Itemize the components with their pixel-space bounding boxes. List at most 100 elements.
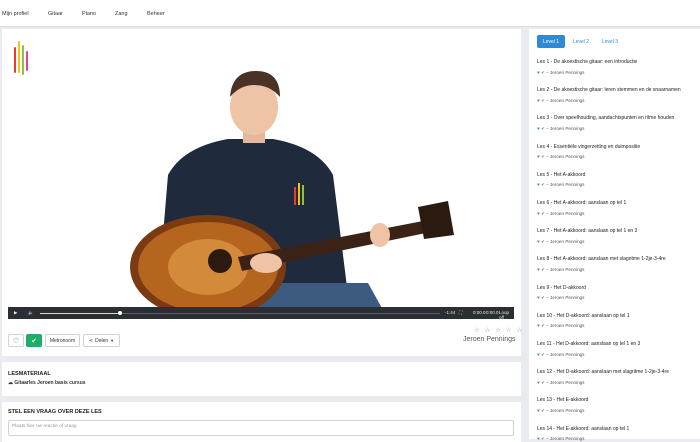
play-icon[interactable]: ▶ [14,310,17,316]
lesson-item[interactable]: Les 4 - Essentiële vingerzetting en duim… [537,144,695,161]
check-icon: ✔ [541,154,545,160]
lesson-meta: ♥ ✔ – Jeroen Pennings [537,380,695,386]
lesson-title[interactable]: Les 13 - Het E-akkoord [537,397,695,403]
lesson-title[interactable]: Les 1 - De akoestische gitaar: een intro… [537,59,695,65]
heart-icon[interactable]: ♥ [537,98,540,103]
lesson-item[interactable]: Les 8 - Het A-akkoord: aanslaan met slag… [537,256,695,273]
lesson-item[interactable]: Les 6 - Het A-akkoord: aanslaan op tel 1… [537,200,695,217]
dash-separator: – [546,182,549,188]
check-icon: ✔ [541,97,545,103]
lesson-title[interactable]: Les 10 - Het D-akkoord: aanslaan op tel … [537,313,695,319]
lesson-title[interactable]: Les 14 - Het E-akkoord: aanslaan op tel … [537,426,695,432]
lesson-author: Jeroen Pennings [550,266,585,272]
volume-icon[interactable]: 🔈 [28,310,34,316]
lesson-meta: ♥ ✔ – Jeroen Pennings [537,182,695,188]
lesson-title[interactable]: Les 2 - De akoestische gitaar: leren ste… [537,87,695,93]
lesson-meta: ♥ ✔ – Jeroen Pennings [537,295,695,301]
metronome-button[interactable]: Metronoom [45,334,80,347]
heart-icon[interactable]: ♥ [537,211,540,216]
lesson-item[interactable]: Les 7 - Het A-akkoord: aanslaan op tel 1… [537,228,695,245]
dash-separator: – [546,407,549,413]
tab-level-2[interactable]: Level 2 [568,35,594,48]
lesson-meta: ♥ ✔ – Jeroen Pennings [537,70,695,76]
heart-icon[interactable]: ♥ [537,70,540,75]
lesson-item[interactable]: Les 12 - Het D-akkoord: aanslaan met sla… [537,369,695,386]
heart-icon[interactable]: ♥ [537,295,540,300]
tab-level-3[interactable]: Level 3 [597,35,623,48]
lesson-author: Jeroen Pennings [550,436,585,442]
top-navigation: Mijn profiel Gitaar Piano Zang Beheer [0,0,700,27]
time-total: 0:00.0 [486,310,499,315]
nav-item-admin[interactable]: Beheer [147,11,165,17]
heart-icon[interactable]: ♥ [537,267,540,272]
lesson-author: Jeroen Pennings [463,336,516,343]
lesson-item[interactable]: Les 14 - Het E-akkoord: aanslaan op tel … [537,426,695,442]
lesson-item[interactable]: Les 10 - Het D-akkoord: aanslaan op tel … [537,313,695,330]
heart-icon[interactable]: ♥ [537,380,540,385]
lesson-title[interactable]: Les 4 - Essentiële vingerzetting en duim… [537,144,695,150]
dash-separator: – [546,295,549,301]
heart-icon[interactable]: ♥ [537,323,540,328]
dash-separator: – [546,351,549,357]
lesson-item[interactable]: Les 3 - Over speelhouding, aandachtspunt… [537,115,695,132]
loop-toggle[interactable]: Loop off [499,310,514,319]
heart-icon[interactable]: ♥ [537,239,540,244]
lesson-author: Jeroen Pennings [550,69,585,75]
progress-handle[interactable] [118,311,122,315]
materials-card [2,362,521,396]
check-icon: ✔ [541,210,545,216]
lesson-title[interactable]: Les 12 - Het D-akkoord: aanslaan met sla… [537,369,695,375]
video-frame-guitar-teacher [130,71,454,307]
lesson-meta: ♥ ✔ – Jeroen Pennings [537,211,695,217]
materials-link[interactable]: ☁ Gitaarles Jeroen basis cursus [8,380,86,386]
fullscreen-icon[interactable]: ⛶ [459,310,462,315]
lesson-title[interactable]: Les 5 - Het A-akkoord [537,172,695,178]
dash-separator: – [546,238,549,244]
lesson-title[interactable]: Les 11 - Het D-akkoord: aanslaan op tel … [537,341,695,347]
lesson-item[interactable]: Les 9 - Het D-akkoord ♥ ✔ – Jeroen Pennin… [537,285,695,302]
lesson-title[interactable]: Les 3 - Over speelhouding, aandachtspunt… [537,115,695,121]
video-progress-bar[interactable] [40,311,440,315]
check-icon: ✔ [541,351,545,357]
lesson-item[interactable]: Les 5 - Het A-akkoord ♥ ✔ – Jeroen Pennin… [537,172,695,189]
share-dropdown[interactable]: ⋖ Delen ▼ [83,334,120,347]
dash-separator: – [546,154,549,160]
dash-separator: – [546,69,549,75]
lesson-item[interactable]: Les 1 - De akoestische gitaar: een intro… [537,59,695,76]
lesson-item[interactable]: Les 2 - De akoestische gitaar: leren ste… [537,87,695,104]
question-input[interactable]: Plaats hier uw reactie of vraag [8,420,514,436]
check-icon: ✔ [541,379,545,385]
lesson-author: Jeroen Pennings [550,154,585,160]
favorite-button[interactable]: ♡ [8,334,24,347]
lesson-meta: ♥ ✔ – Jeroen Pennings [537,408,695,414]
lesson-title[interactable]: Les 6 - Het A-akkoord: aanslaan op tel 1 [537,200,695,206]
tab-level-1[interactable]: Level 1 [537,35,565,48]
lesson-author: Jeroen Pennings [550,238,585,244]
lesson-item[interactable]: Les 11 - Het D-akkoord: aanslaan op tel … [537,341,695,358]
lesson-item[interactable]: Les 13 - Het E-akkoord ♥ ✔ – Jeroen Penni… [537,397,695,414]
heart-icon[interactable]: ♥ [537,126,540,131]
lesson-author: Jeroen Pennings [550,125,585,131]
lesson-author: Jeroen Pennings [550,295,585,301]
lesson-title[interactable]: Les 9 - Het D-akkoord [537,285,695,291]
nav-item-piano[interactable]: Piano [82,11,96,17]
check-icon: ✔ [541,69,545,75]
star-rating[interactable]: ☆ ☆ ☆ ☆ ☆ [474,326,524,334]
heart-icon[interactable]: ♥ [537,182,540,187]
heart-icon[interactable]: ♥ [537,352,540,357]
mark-complete-button[interactable]: ✔ [26,334,42,347]
lesson-meta: ♥ ✔ – Jeroen Pennings [537,154,695,160]
heart-icon[interactable]: ♥ [537,436,540,441]
video-player[interactable]: ▶ 🔈 -1:44 ⛶ 0:00.0 0:00.0 Loop off [8,35,514,319]
lesson-author: Jeroen Pennings [550,323,585,329]
nav-item-singing[interactable]: Zang [115,11,128,17]
heart-icon[interactable]: ♥ [537,154,540,159]
dash-separator: – [546,323,549,329]
heart-icon[interactable]: ♥ [537,408,540,413]
lesson-title[interactable]: Les 8 - Het A-akkoord: aanslaan met slag… [537,256,695,262]
cloud-download-icon: ☁ [8,380,13,386]
lesson-title[interactable]: Les 7 - Het A-akkoord: aanslaan op tel 1… [537,228,695,234]
check-icon: ✔ [541,238,545,244]
nav-item-guitar[interactable]: Gitaar [48,11,63,17]
nav-item-profile[interactable]: Mijn profiel [2,11,29,17]
